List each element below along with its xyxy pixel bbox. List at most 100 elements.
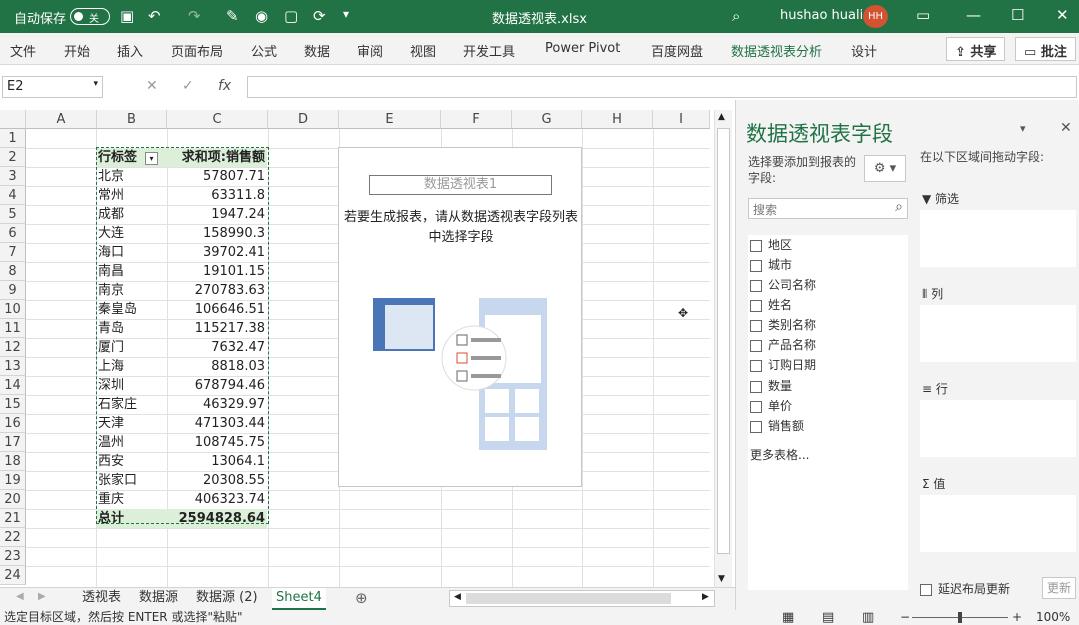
checkbox[interactable]: [750, 339, 762, 352]
autosave-toggle[interactable]: 关: [70, 8, 110, 25]
page-layout-view-icon[interactable]: ▤: [822, 610, 834, 625]
field-item[interactable]: 订购日期: [750, 357, 816, 375]
redo-icon[interactable]: ↷: [188, 7, 201, 25]
scroll-right-icon[interactable]: ▶: [702, 592, 709, 602]
checkbox[interactable]: [750, 359, 762, 372]
field-item[interactable]: 公司名称: [750, 277, 816, 295]
search-icon[interactable]: ⌕: [732, 7, 740, 25]
filter-drop-area[interactable]: [920, 210, 1076, 267]
zoom-out-icon[interactable]: −: [900, 610, 910, 625]
horizontal-scrollbar[interactable]: ◀ ▶: [449, 590, 715, 607]
tab-developer[interactable]: 开发工具: [463, 41, 515, 60]
row-header[interactable]: 24: [0, 566, 26, 585]
sheet-tab[interactable]: 数据源 (2): [192, 588, 262, 610]
columns-drop-area[interactable]: [920, 305, 1076, 362]
defer-layout-update[interactable]: 延迟布局更新: [920, 580, 1010, 597]
row-header[interactable]: 1: [0, 129, 26, 148]
insert-function-icon[interactable]: fx: [218, 78, 231, 94]
col-header[interactable]: E: [339, 110, 441, 129]
gear-button[interactable]: ⚙ ▾: [864, 155, 906, 182]
col-header[interactable]: C: [167, 110, 268, 129]
checkbox[interactable]: [750, 319, 762, 332]
field-item[interactable]: 数量: [750, 378, 792, 396]
checkbox[interactable]: [750, 400, 762, 413]
save-icon[interactable]: ▣: [120, 7, 134, 25]
undo-icon[interactable]: ↶: [148, 7, 161, 25]
maximize-icon[interactable]: ☐: [1011, 6, 1024, 24]
row-header[interactable]: 20: [0, 490, 26, 509]
row-header[interactable]: 3: [0, 167, 26, 186]
checkbox[interactable]: [750, 279, 762, 292]
col-header[interactable]: A: [26, 110, 97, 129]
ribbon-display-icon[interactable]: ▭: [916, 6, 930, 24]
row-header[interactable]: 18: [0, 452, 26, 471]
tab-file[interactable]: 文件: [10, 41, 36, 60]
tab-baidu-netdisk[interactable]: 百度网盘: [651, 41, 703, 60]
normal-view-icon[interactable]: ▦: [782, 610, 794, 625]
format-painter-icon[interactable]: ✎: [226, 7, 239, 25]
minimize-icon[interactable]: —: [966, 6, 981, 24]
col-header[interactable]: I: [653, 110, 710, 129]
refresh-icon[interactable]: ⟳: [313, 7, 326, 25]
update-button[interactable]: 更新: [1042, 577, 1076, 599]
prev-sheet-icon[interactable]: ◀: [16, 591, 24, 602]
share-button[interactable]: ⇪ 共享: [946, 37, 1006, 61]
checkbox[interactable]: [750, 239, 762, 252]
camera-icon[interactable]: ◉: [255, 7, 268, 25]
field-item[interactable]: 产品名称: [750, 337, 816, 355]
row-header[interactable]: 11: [0, 319, 26, 338]
row-header[interactable]: 4: [0, 186, 26, 205]
tab-view[interactable]: 视图: [410, 41, 436, 60]
next-sheet-icon[interactable]: ▶: [38, 591, 46, 602]
hscroll-thumb[interactable]: [466, 593, 671, 604]
avatar[interactable]: HH: [863, 5, 888, 28]
row-header[interactable]: 9: [0, 281, 26, 300]
row-header[interactable]: 13: [0, 357, 26, 376]
row-header[interactable]: 7: [0, 243, 26, 262]
col-header[interactable]: F: [441, 110, 512, 129]
checkbox[interactable]: [750, 259, 762, 272]
row-header[interactable]: 8: [0, 262, 26, 281]
col-header[interactable]: D: [268, 110, 339, 129]
sheet-tab[interactable]: 数据源: [135, 588, 182, 610]
field-item[interactable]: 城市: [750, 257, 792, 275]
page-break-view-icon[interactable]: ▥: [862, 610, 874, 625]
values-drop-area[interactable]: [920, 495, 1076, 552]
tab-design[interactable]: 设计: [851, 41, 877, 60]
row-header[interactable]: 22: [0, 528, 26, 547]
document-title[interactable]: 数据透视表.xlsx: [492, 8, 587, 27]
close-icon[interactable]: ✕: [1056, 6, 1069, 24]
add-sheet-icon[interactable]: ⊕: [355, 589, 368, 607]
name-box[interactable]: E2 ▾: [2, 76, 103, 98]
close-icon[interactable]: ✕: [1060, 120, 1072, 136]
search-input[interactable]: 搜索 ⌕: [748, 198, 908, 219]
formula-input[interactable]: [247, 76, 1077, 98]
row-header[interactable]: 10: [0, 300, 26, 319]
screenshot-icon[interactable]: ▢: [284, 7, 298, 25]
customize-qat-icon[interactable]: ▾: [343, 7, 349, 21]
vertical-scrollbar[interactable]: ▲ ▼: [714, 110, 732, 588]
row-header[interactable]: 5: [0, 205, 26, 224]
zoom-level[interactable]: 100%: [1036, 610, 1070, 625]
row-header[interactable]: 19: [0, 471, 26, 490]
field-item[interactable]: 单价: [750, 398, 792, 416]
tab-home[interactable]: 开始: [64, 41, 90, 60]
row-header[interactable]: 6: [0, 224, 26, 243]
scroll-down-icon[interactable]: ▼: [718, 574, 725, 584]
zoom-in-icon[interactable]: +: [1012, 610, 1022, 625]
scroll-up-icon[interactable]: ▲: [718, 112, 725, 122]
pivot-placeholder[interactable]: 数据透视表1 若要生成报表，请从数据透视表字段列表中选择字段: [338, 147, 582, 487]
select-all-corner[interactable]: [0, 110, 26, 129]
scroll-left-icon[interactable]: ◀: [454, 592, 461, 602]
checkbox[interactable]: [750, 420, 762, 433]
col-header[interactable]: G: [512, 110, 582, 129]
scroll-thumb[interactable]: [717, 128, 730, 554]
tab-data[interactable]: 数据: [304, 41, 330, 60]
rows-drop-area[interactable]: [920, 400, 1076, 457]
sheet-tab-active[interactable]: Sheet4: [272, 588, 326, 610]
row-header[interactable]: 23: [0, 547, 26, 566]
worksheet-grid[interactable]: A B C D E F G H I 1 2 3 4 5 6 7 8 9 10 1…: [0, 110, 710, 588]
comment-button[interactable]: ▭ 批注: [1015, 37, 1076, 61]
tab-insert[interactable]: 插入: [117, 41, 143, 60]
row-header[interactable]: 17: [0, 433, 26, 452]
